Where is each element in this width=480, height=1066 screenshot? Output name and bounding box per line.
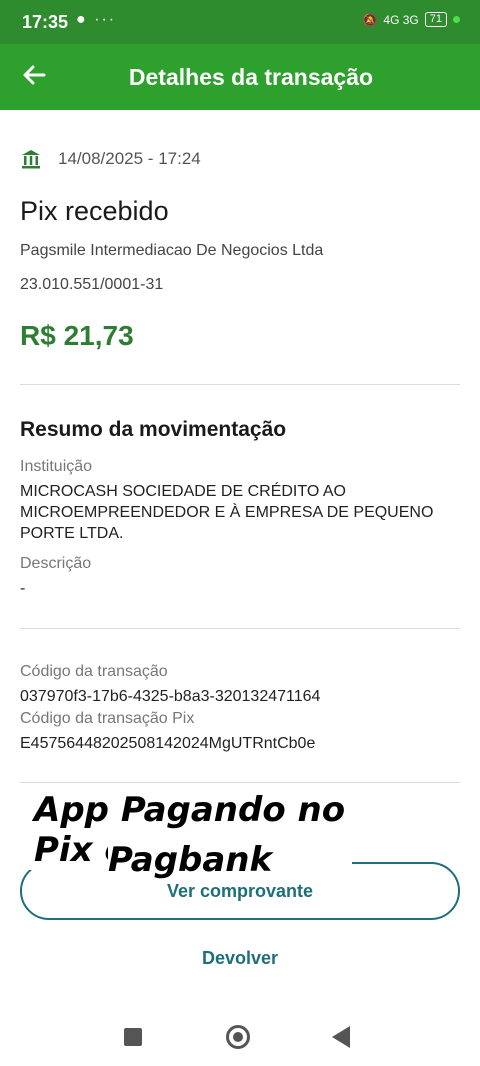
description-value: - [20, 580, 26, 597]
recents-button[interactable] [124, 1028, 142, 1046]
overlay-caption-line2: Pagbank [108, 840, 273, 880]
counterparty-name: Pagsmile Intermediacao De Negocios Ltda [20, 242, 324, 259]
bank-icon [22, 150, 40, 169]
app-bar: Detalhes da transação [0, 44, 480, 110]
transaction-datetime: 14/08/2025 - 17:24 [58, 149, 201, 168]
transaction-title: Pix recebido [20, 196, 169, 226]
page-title: Detalhes da transação [128, 64, 374, 90]
divider [20, 782, 460, 783]
transaction-code-label: Código da transação [20, 663, 168, 680]
system-back-button[interactable] [332, 1026, 350, 1048]
transaction-amount: R$ 21,73 [20, 320, 134, 351]
institution-label: Instituição [20, 458, 93, 475]
pix-code-value: E45756448202508142024MgUTRntCb0e [20, 735, 316, 752]
divider [20, 384, 460, 385]
status-right-icons: 🔕 4G 3G 71 [362, 12, 460, 27]
description-label: Descrição [20, 555, 92, 572]
summary-heading: Resumo da movimentação [20, 418, 287, 441]
status-bar: 17:35 ● ··· 🔕 4G 3G 71 [0, 0, 480, 44]
notification-icons: ● ··· [76, 11, 117, 28]
date-row: 14/08/2025 - 17:24 [20, 148, 201, 170]
institution-value: MICROCASH SOCIEDADE DE CRÉDITO AO MICROE… [20, 483, 434, 542]
signal-icon: 4G 3G [383, 12, 419, 27]
counterparty-document: 23.010.551/0001-31 [20, 276, 164, 293]
pix-code-label: Código da transação Pix [20, 710, 195, 727]
indicator-dot-icon [453, 16, 460, 23]
mute-icon: 🔕 [362, 12, 378, 27]
divider [20, 628, 460, 629]
home-button[interactable] [226, 1025, 250, 1049]
refund-button[interactable]: Devolver [0, 948, 480, 969]
battery-icon: 71 [424, 12, 447, 27]
status-time: 17:35 [22, 12, 69, 32]
transaction-code-value: 037970f3-17b6-4325-b8a3-320132471164 [20, 688, 321, 705]
system-nav-bar [0, 1006, 480, 1066]
